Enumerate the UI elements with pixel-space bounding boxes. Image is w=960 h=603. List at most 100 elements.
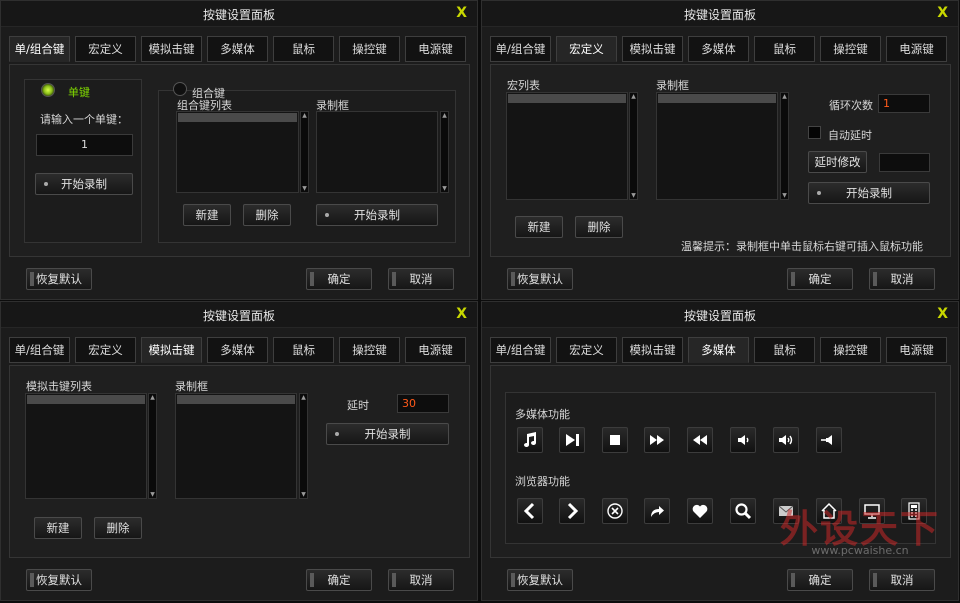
macro-start-record-button[interactable]: 开始录制	[808, 182, 930, 204]
new-button[interactable]: 新建	[183, 204, 231, 226]
tab-keystroke[interactable]: 模拟击键	[141, 337, 202, 363]
tab-control[interactable]: 操控键	[820, 36, 881, 62]
single-start-record-button[interactable]: 开始录制	[35, 173, 133, 195]
close-button[interactable]: X	[456, 306, 467, 322]
tab-macro[interactable]: 宏定义	[556, 36, 617, 62]
tab-single-combo[interactable]: 单/组合键	[490, 337, 551, 363]
scroll-up-icon[interactable]: ▲	[441, 112, 448, 119]
new-button[interactable]: 新建	[515, 216, 563, 238]
favorites-icon[interactable]	[687, 498, 713, 524]
cancel-button[interactable]: 取消	[869, 569, 935, 591]
mail-icon[interactable]	[773, 498, 799, 524]
tab-control[interactable]: 操控键	[339, 337, 400, 363]
scroll-down-icon[interactable]: ▼	[149, 491, 156, 498]
scroll-up-icon[interactable]: ▲	[301, 112, 308, 119]
home-icon[interactable]	[816, 498, 842, 524]
scroll-down-icon[interactable]: ▼	[781, 192, 788, 199]
tab-multimedia[interactable]: 多媒体	[688, 36, 749, 62]
keystroke-list[interactable]	[25, 393, 147, 499]
volume-up-icon[interactable]	[773, 427, 799, 453]
stop-icon[interactable]	[602, 427, 628, 453]
keystroke-start-record-button[interactable]: 开始录制	[326, 423, 449, 445]
record-box-scrollbar[interactable]: ▲ ▼	[780, 92, 789, 200]
close-button[interactable]: X	[937, 306, 948, 322]
ok-button[interactable]: 确定	[787, 268, 853, 290]
macro-list[interactable]	[506, 92, 628, 200]
tab-keystroke[interactable]: 模拟击键	[622, 337, 683, 363]
ok-button[interactable]: 确定	[306, 569, 372, 591]
back-icon[interactable]	[517, 498, 543, 524]
auto-delay-checkbox[interactable]	[808, 126, 821, 139]
tab-mouse[interactable]: 鼠标	[754, 337, 815, 363]
tab-macro[interactable]: 宏定义	[75, 36, 136, 62]
tab-keystroke[interactable]: 模拟击键	[141, 36, 202, 62]
scroll-up-icon[interactable]: ▲	[781, 93, 788, 100]
tab-mouse[interactable]: 鼠标	[754, 36, 815, 62]
macro-list-scrollbar[interactable]: ▲ ▼	[629, 92, 638, 200]
delay-edit-button[interactable]: 延时修改	[808, 151, 867, 173]
tab-keystroke[interactable]: 模拟击键	[622, 36, 683, 62]
tab-mouse[interactable]: 鼠标	[273, 36, 334, 62]
combo-start-record-button[interactable]: 开始录制	[316, 204, 438, 226]
single-key-input[interactable]: 1	[36, 134, 133, 156]
scroll-down-icon[interactable]: ▼	[441, 185, 448, 192]
record-box[interactable]	[175, 393, 297, 499]
delay-input[interactable]: 30	[397, 394, 449, 413]
tab-power[interactable]: 电源键	[886, 36, 947, 62]
record-box-scrollbar[interactable]: ▲ ▼	[440, 111, 449, 193]
ok-button[interactable]: 确定	[787, 569, 853, 591]
record-box[interactable]	[656, 92, 778, 200]
tab-single-combo[interactable]: 单/组合键	[490, 36, 551, 62]
scroll-up-icon[interactable]: ▲	[630, 93, 637, 100]
my-computer-icon[interactable]	[859, 498, 885, 524]
close-button[interactable]: X	[456, 5, 467, 21]
delete-button[interactable]: 删除	[575, 216, 623, 238]
new-button[interactable]: 新建	[34, 517, 82, 539]
forward-icon[interactable]	[559, 498, 585, 524]
tab-power[interactable]: 电源键	[405, 337, 466, 363]
ok-button[interactable]: 确定	[306, 268, 372, 290]
tab-multimedia[interactable]: 多媒体	[207, 36, 268, 62]
close-button[interactable]: X	[937, 5, 948, 21]
scroll-up-icon[interactable]: ▲	[149, 394, 156, 401]
tab-control[interactable]: 操控键	[820, 337, 881, 363]
tab-power[interactable]: 电源键	[886, 337, 947, 363]
tab-macro[interactable]: 宏定义	[556, 337, 617, 363]
play-pause-icon[interactable]	[559, 427, 585, 453]
tab-macro[interactable]: 宏定义	[75, 337, 136, 363]
refresh-icon[interactable]	[644, 498, 670, 524]
restore-default-button[interactable]: 恢复默认	[26, 569, 92, 591]
keystroke-list-scrollbar[interactable]: ▲ ▼	[148, 393, 157, 499]
calculator-icon[interactable]	[901, 498, 927, 524]
tab-multimedia[interactable]: 多媒体	[688, 337, 749, 363]
music-icon[interactable]	[517, 427, 543, 453]
loop-count-input[interactable]: 1	[878, 94, 930, 113]
single-key-radio[interactable]	[41, 83, 55, 97]
restore-default-button[interactable]: 恢复默认	[26, 268, 92, 290]
tab-single-combo[interactable]: 单/组合键	[9, 36, 70, 62]
record-box[interactable]	[316, 111, 438, 193]
restore-default-button[interactable]: 恢复默认	[507, 268, 573, 290]
tab-single-combo[interactable]: 单/组合键	[9, 337, 70, 363]
cancel-button[interactable]: 取消	[388, 569, 454, 591]
delete-button[interactable]: 删除	[243, 204, 291, 226]
cancel-button[interactable]: 取消	[388, 268, 454, 290]
tab-mouse[interactable]: 鼠标	[273, 337, 334, 363]
combo-key-list[interactable]	[176, 111, 299, 193]
search-icon[interactable]	[730, 498, 756, 524]
combo-list-scrollbar[interactable]: ▲ ▼	[300, 111, 309, 193]
fast-forward-icon[interactable]	[644, 427, 670, 453]
combo-key-radio[interactable]	[173, 82, 187, 96]
scroll-down-icon[interactable]: ▼	[630, 192, 637, 199]
scroll-down-icon[interactable]: ▼	[300, 491, 307, 498]
record-box-scrollbar[interactable]: ▲ ▼	[299, 393, 308, 499]
delete-button[interactable]: 删除	[94, 517, 142, 539]
mute-icon[interactable]	[816, 427, 842, 453]
scroll-down-icon[interactable]: ▼	[301, 185, 308, 192]
scroll-up-icon[interactable]: ▲	[300, 394, 307, 401]
stop-load-icon[interactable]	[602, 498, 628, 524]
restore-default-button[interactable]: 恢复默认	[507, 569, 573, 591]
tab-power[interactable]: 电源键	[405, 36, 466, 62]
cancel-button[interactable]: 取消	[869, 268, 935, 290]
delay-edit-input[interactable]	[879, 153, 930, 172]
